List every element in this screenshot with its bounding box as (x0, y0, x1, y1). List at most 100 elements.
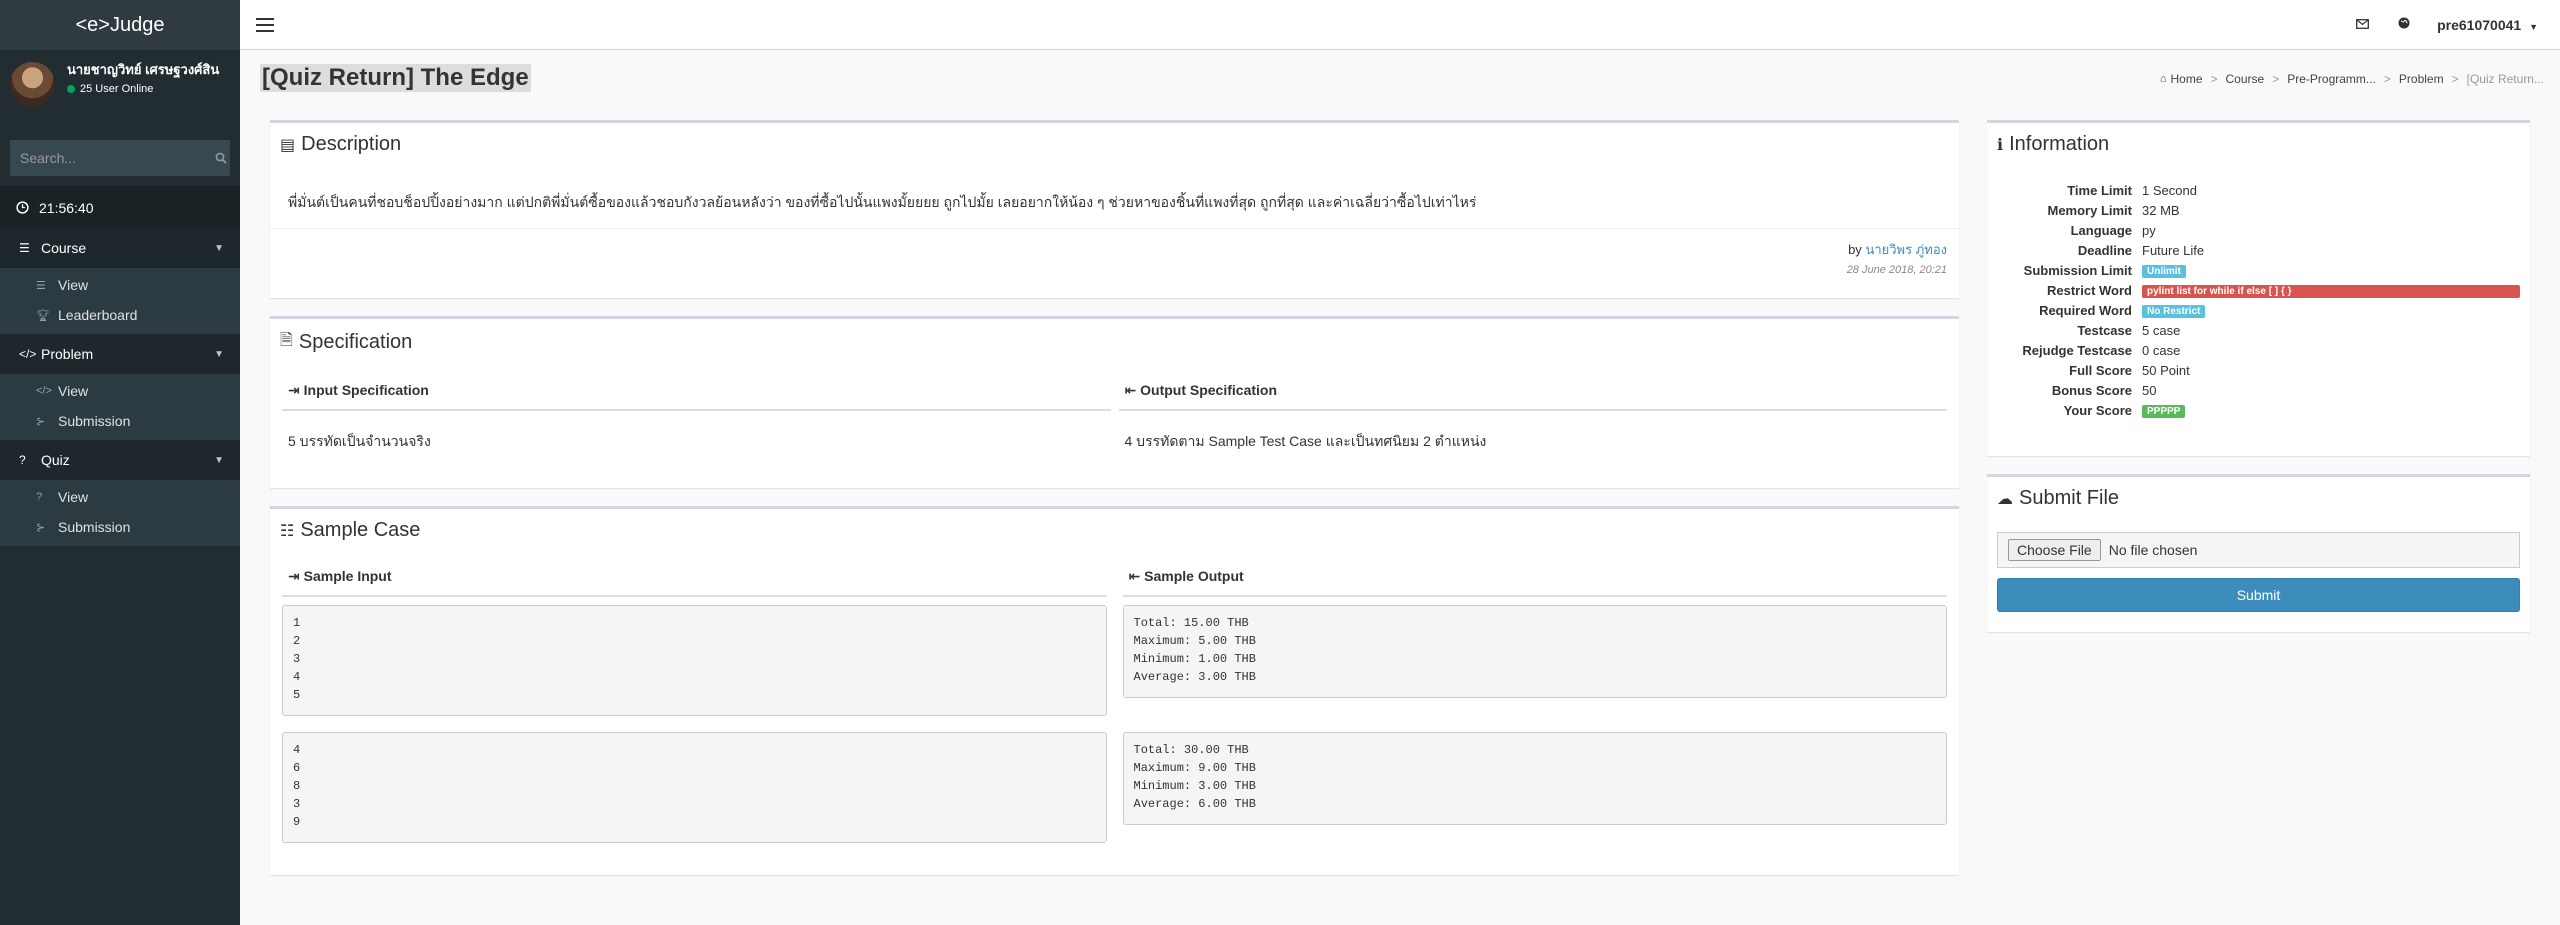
top-navbar: pre61070041 ▼ (240, 0, 2560, 50)
sidebar-item-quiz-submission[interactable]: ⊱ Submission (0, 512, 240, 542)
search-button[interactable] (211, 140, 230, 176)
by-label: by (1848, 242, 1862, 257)
page-title: [Quiz Return] The Edge (260, 64, 531, 92)
submit-file-header: ☁ Submit File (1987, 477, 2530, 520)
online-count: 25 User Online (80, 83, 154, 95)
sidebar-item-problem-view[interactable]: </> View (0, 376, 240, 406)
breadcrumb-home[interactable]: Home (2170, 72, 2202, 86)
main-content: [Quiz Return] The Edge ⌂ Home > Course >… (240, 50, 2560, 925)
info-key: Restrict Word (2047, 282, 2132, 298)
user-menu-dropdown[interactable]: pre61070041 ▼ (2425, 17, 2550, 33)
info-value: py (2142, 222, 2156, 238)
sidebar-item-quiz[interactable]: ? Quiz ▼ (0, 440, 240, 480)
info-key: Testcase (2077, 322, 2132, 338)
info-key: Submission Limit (2023, 262, 2132, 278)
info-row-required-word: Required Word No Restrict (1997, 300, 2520, 320)
submit-button[interactable]: Submit (1997, 578, 2520, 612)
info-key: Bonus Score (2051, 382, 2132, 398)
output-spec-header: ⇤ Output Specification (1118, 372, 1947, 411)
sign-out-icon: ⇤ (1128, 568, 1141, 584)
sidebar-toggle-button[interactable] (240, 0, 290, 50)
breadcrumb: ⌂ Home > Course > Pre-Programm... > Prob… (2160, 72, 2544, 86)
file-icon: 🗎︎ (280, 332, 293, 349)
info-row-full-score: Full Score 50 Point (1997, 360, 2520, 380)
brand-logo[interactable]: <e>Judge (0, 0, 240, 50)
info-value: 50 (2142, 382, 2157, 398)
file-input[interactable]: Choose File No file chosen (1997, 532, 2520, 568)
output-spec-text: 4 บรรทัดตาม Sample Test Case และเป็นทศนิ… (1124, 433, 1487, 449)
online-status: 25 User Online (67, 83, 237, 95)
info-row-bonus-score: Bonus Score 50 (1997, 380, 2520, 400)
globe-icon (2398, 17, 2410, 29)
online-dot-icon (67, 85, 75, 93)
submit-file-box: ☁ Submit File Choose File No file chosen… (1987, 474, 2530, 632)
info-key: Your Score (2063, 402, 2132, 418)
sidebar-item-label: Problem (41, 346, 94, 362)
info-value: 1 Second (2142, 182, 2197, 198)
info-row-restrict-word: Restrict Word pylint list for while if el… (1997, 280, 2520, 300)
post-date: 28 June 2018, 20:21 (1846, 264, 1947, 276)
breadcrumb-problem[interactable]: Problem (2399, 72, 2444, 86)
choose-file-button[interactable]: Choose File (2008, 539, 2101, 561)
sidebar-item-problem-submission[interactable]: ⊱ Submission (0, 406, 240, 436)
sidebar-item-quiz-view[interactable]: ? View (0, 482, 240, 512)
sidebar-search (10, 140, 230, 176)
sign-out-icon: ⇤ (1124, 382, 1137, 398)
sample-input-header: ⇥ Sample Input (282, 558, 1107, 597)
code-icon: </> (19, 347, 37, 361)
input-spec-label: Input Specification (303, 382, 429, 398)
breadcrumb-pre-programming[interactable]: Pre-Programm... (2287, 72, 2376, 86)
sidebar-item-leaderboard[interactable]: 🏆︎ Leaderboard (0, 300, 240, 330)
list-ol-icon: ☷ (280, 522, 295, 540)
breadcrumb-separator: > (2383, 72, 2391, 86)
user-name: นายชาญวิทย์ เศรษฐวงศ์สิน (67, 62, 220, 77)
information-box: ℹ Information Time Limit 1 Second Memory … (1987, 120, 2530, 456)
info-key: Required Word (2039, 302, 2132, 318)
status-badge: No Restrict (2142, 305, 2206, 318)
sidebar-item-problem[interactable]: </> Problem ▼ (0, 334, 240, 374)
status-badge: Unlimit (2142, 265, 2186, 278)
description-text: พี่มั่นต์เป็นคนที่ชอบช็อปปิ้งอย่างมาก แต… (270, 178, 1959, 229)
messages-button[interactable] (2341, 17, 2383, 32)
info-row-deadline: Deadline Future Life (1997, 240, 2520, 260)
description-title: Description (301, 133, 402, 155)
history-icon: ⊱ (36, 415, 46, 428)
bars-icon (256, 17, 274, 32)
status-badge: pylint list for while if else [ ] { } (2142, 285, 2520, 298)
info-value: 50 Point (2142, 362, 2190, 378)
author-link[interactable]: นายวิพร ภู่ทอง (1865, 242, 1947, 257)
language-button[interactable] (2383, 17, 2425, 32)
user-panel: นายชาญวิทย์ เศรษฐวงศ์สิน 25 User Online (0, 50, 240, 130)
information-table: Time Limit 1 Second Memory Limit 32 MB Lan… (1987, 166, 2530, 432)
sidebar-item-label: View (58, 277, 89, 293)
sample-input-2: 4 6 8 3 9 (282, 732, 1107, 843)
info-row-time-limit: Time Limit 1 Second (1997, 180, 2520, 200)
info-key: Rejudge Testcase (2022, 342, 2132, 358)
sign-in-icon: ⇥ (288, 568, 300, 584)
info-key: Language (2070, 222, 2132, 238)
info-row-testcase: Testcase 5 case (1997, 320, 2520, 340)
chevron-down-icon: ▼ (214, 242, 224, 254)
info-key: Deadline (2077, 242, 2132, 258)
code-icon: </> (36, 385, 52, 397)
breadcrumb-current: [Quiz Return... (2466, 72, 2544, 86)
home-icon: ⌂ (2159, 73, 2167, 85)
sidebar-item-course[interactable]: ☰ Course ▼ (0, 228, 240, 268)
info-icon: ℹ (1997, 136, 2004, 154)
sample-case-box: ☷ Sample Case ⇥ Sample Input 1 2 3 4 5 4… (270, 506, 1959, 875)
search-icon (215, 152, 227, 164)
search-input[interactable] (10, 140, 211, 176)
no-file-label: No file chosen (2108, 542, 2198, 558)
sidebar-item-label: Submission (58, 519, 131, 535)
sidebar-item-course-view[interactable]: ☰ View (0, 270, 240, 300)
chevron-down-icon: ▼ (214, 454, 224, 466)
list-icon: ☰ (19, 241, 30, 255)
sample-output-1: Total: 15.00 THB Maximum: 5.00 THB Minim… (1122, 605, 1947, 698)
sidebar-item-label: View (58, 489, 89, 505)
question-icon: ? (36, 491, 43, 503)
sample-output-header: ⇤ Sample Output (1122, 558, 1947, 597)
description-header: ▤ Description (270, 123, 1959, 166)
breadcrumb-separator: > (2272, 72, 2280, 86)
breadcrumb-course[interactable]: Course (2226, 72, 2265, 86)
sidebar-item-label: Submission (58, 413, 131, 429)
